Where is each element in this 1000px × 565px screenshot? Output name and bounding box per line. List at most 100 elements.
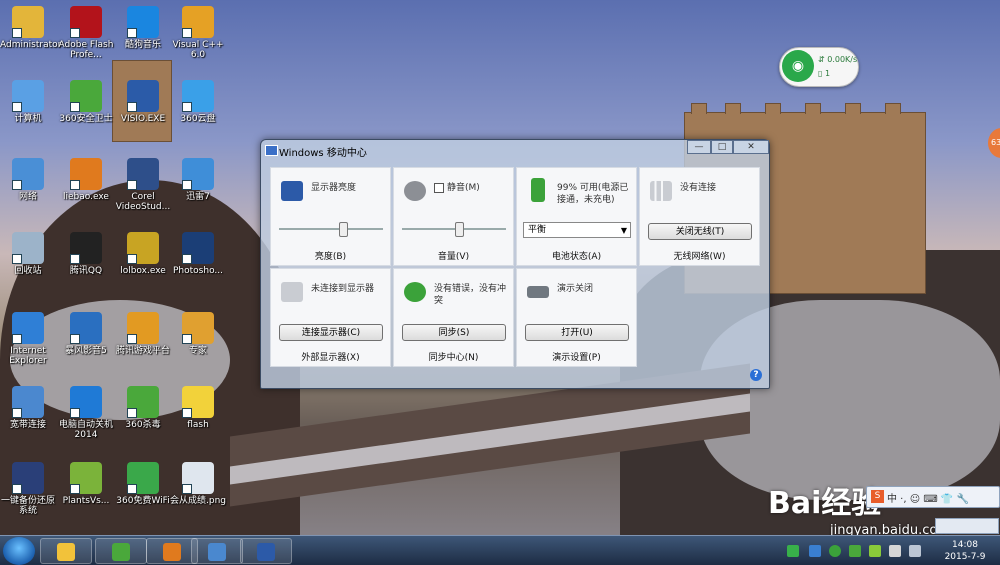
tile-external-display: 未连接到显示器 连接显示器(C) 外部显示器(X) — [270, 268, 391, 367]
tile-volume: 静音(M) 音量(V) — [393, 167, 514, 266]
app-icon — [182, 386, 214, 418]
app-icon — [70, 232, 102, 264]
sync-caption: 同步中心(N) — [428, 353, 479, 363]
desktop-icon[interactable]: 迅雷7 — [170, 158, 226, 202]
app-icon — [127, 158, 159, 190]
mute-checkbox-label[interactable]: 静音(M) — [434, 182, 510, 194]
desktop-icon[interactable]: Internet Explorer — [0, 312, 56, 366]
external-display-status: 未连接到显示器 — [311, 284, 375, 294]
desktop-icon[interactable]: 360免费WiFi — [115, 462, 171, 506]
desktop-icon[interactable]: Corel VideoStud... — [115, 158, 171, 212]
desktop-icon[interactable]: Adobe Flash Profe... — [58, 6, 114, 60]
brightness-label: 显示器亮度 — [311, 183, 357, 193]
tile-presentation: 演示关闭 打开(U) 演示设置(P) — [516, 268, 637, 367]
desktop-icon[interactable]: 酷狗音乐 — [115, 6, 171, 50]
desktop-icon-label: 网络 — [18, 192, 37, 202]
sogou-ime-icon[interactable]: S — [871, 490, 884, 503]
desktop-icon[interactable]: 会从成绩.png — [170, 462, 226, 506]
wifi-tray-icon[interactable] — [787, 545, 799, 557]
desktop-icon[interactable]: 回收站 — [0, 232, 56, 276]
chevron-down-icon: ▼ — [620, 226, 627, 235]
connect-display-button[interactable]: 连接显示器(C) — [279, 324, 383, 341]
mute-checkbox[interactable] — [434, 182, 444, 193]
desktop-icon-label: 360免费WiFi — [116, 496, 170, 506]
app-icon — [182, 312, 214, 344]
network-speed: ⇵ 0.00K/s — [818, 55, 858, 64]
ime-toolbar[interactable]: S 中 ·, ☺ ⌨ 👕 🔧 — [866, 486, 1000, 508]
start-button[interactable] — [3, 537, 35, 565]
liebao-icon — [163, 543, 181, 561]
desktop-icon[interactable]: 360云盘 — [170, 80, 226, 124]
360-safe-icon — [112, 543, 130, 561]
app-icon — [12, 386, 44, 418]
desktop-icon[interactable]: 360安全卫士 — [58, 80, 114, 124]
desktop-icon[interactable]: 电脑自动关机 2014 — [58, 386, 114, 440]
network-device-count: ▯ 1 — [818, 69, 831, 78]
desktop-icon[interactable]: 腾讯游戏平台 — [115, 312, 171, 356]
clock[interactable]: 14:08 2015-7-9 — [940, 539, 990, 563]
brightness-slider[interactable] — [279, 222, 383, 237]
desktop-icon-label: 360安全卫士 — [59, 114, 113, 124]
desktop-icon[interactable]: Photosho... — [170, 232, 226, 276]
volume-tray-icon[interactable] — [909, 545, 921, 557]
desktop-icon[interactable]: 网络 — [0, 158, 56, 202]
desktop-icon-label: lolbox.exe — [120, 266, 166, 276]
flag-tray-icon[interactable] — [889, 545, 901, 557]
wifi-icon: ◉ — [782, 50, 814, 82]
maximize-button[interactable]: □ — [711, 140, 733, 154]
taskbar-button-360-browser[interactable] — [40, 538, 92, 564]
tile-battery: 99% 可用(电源已接通，未充电) 平衡 ▼ 电池状态(A) — [516, 167, 637, 266]
taskbar-button-360-safe[interactable] — [95, 538, 147, 564]
app-icon — [182, 6, 214, 38]
desktop-icon[interactable]: 暴风影音5 — [58, 312, 114, 356]
desktop-icon[interactable]: 一键备份还原系统 — [0, 462, 56, 516]
app-icon — [70, 312, 102, 344]
desktop-icon[interactable]: liebao.exe — [58, 158, 114, 202]
speaker-icon — [404, 181, 426, 201]
sync-tray-icon[interactable] — [829, 545, 841, 557]
taskbar-button-explorer[interactable] — [191, 538, 243, 564]
sync-button[interactable]: 同步(S) — [402, 324, 506, 341]
volume-slider-thumb[interactable] — [455, 222, 465, 237]
network-tray-icon[interactable] — [809, 545, 821, 557]
desktop-icon[interactable]: 宽带连接 — [0, 386, 56, 430]
app-icon — [182, 462, 214, 494]
desktop-icon-label: Internet Explorer — [9, 346, 47, 366]
brightness-caption: 亮度(B) — [314, 252, 347, 262]
desktop-icon[interactable]: lolbox.exe — [115, 232, 171, 276]
turn-on-presentation-button[interactable]: 打开(U) — [525, 324, 629, 341]
app-icon — [182, 158, 214, 190]
desktop-icon[interactable]: Visual C++ 6.0 — [170, 6, 226, 60]
desktop-icon[interactable]: Administrator — [0, 6, 61, 50]
desktop-icon[interactable]: 专家 — [170, 312, 226, 356]
minimize-button[interactable]: — — [687, 140, 711, 154]
app-icon — [70, 6, 102, 38]
desktop-icon-label: VISIO.EXE — [120, 114, 166, 124]
desktop-icon[interactable]: VISIO.EXE — [115, 80, 171, 124]
desktop-icon-label: 酷狗音乐 — [124, 40, 161, 50]
app-icon — [127, 6, 159, 38]
desktop-icon[interactable]: PlantsVs... — [58, 462, 114, 506]
turn-off-wireless-button[interactable]: 关闭无线(T) — [648, 223, 752, 240]
ime-controls[interactable]: 中 ·, ☺ ⌨ 👕 🔧 — [887, 490, 969, 505]
power-plan-select[interactable]: 平衡 ▼ — [523, 222, 631, 238]
360-tray-icon[interactable] — [869, 545, 881, 557]
desktop-icon[interactable]: 腾讯QQ — [58, 232, 114, 276]
help-icon[interactable]: ? — [750, 369, 762, 381]
network-speed-widget[interactable]: ◉ ⇵ 0.00K/s ▯ 1 — [779, 47, 859, 87]
edge-float-badge[interactable]: 63 — [988, 128, 1000, 158]
desktop-icon-label: 腾讯游戏平台 — [115, 346, 170, 356]
battery-icon — [531, 178, 545, 202]
window-titlebar[interactable]: Windows 移动中心 — □ ✕ — [261, 140, 769, 160]
volume-slider[interactable] — [402, 222, 506, 237]
desktop-icon[interactable]: flash — [170, 386, 226, 430]
taskbar-button-mobility-center[interactable] — [240, 538, 292, 564]
language-bar-mini[interactable] — [935, 518, 999, 534]
app-icon — [127, 80, 159, 112]
brightness-slider-thumb[interactable] — [339, 222, 349, 237]
presentation-status: 演示关闭 — [557, 284, 594, 294]
close-button[interactable]: ✕ — [733, 140, 769, 154]
desktop-icon[interactable]: 计算机 — [0, 80, 56, 124]
shield-tray-icon[interactable] — [849, 545, 861, 557]
desktop-icon[interactable]: 360杀毒 — [115, 386, 171, 430]
